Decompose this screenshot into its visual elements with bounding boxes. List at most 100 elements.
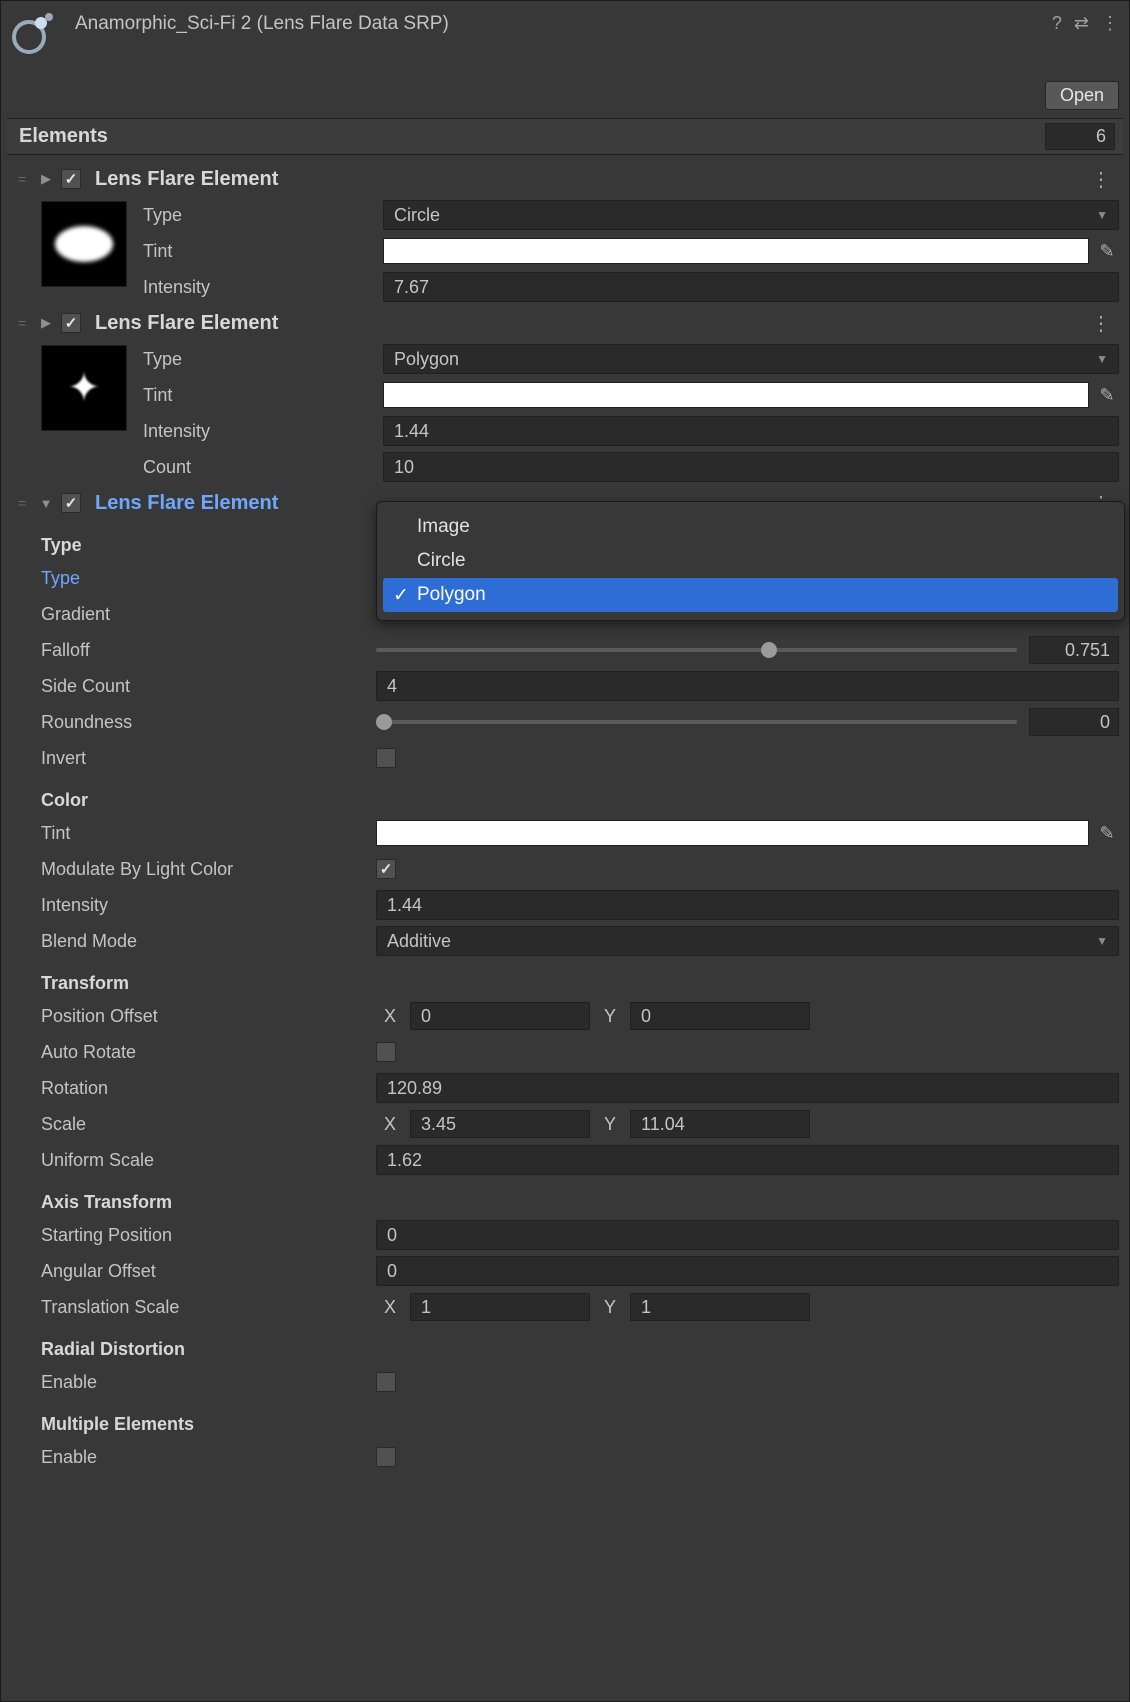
translation-y-field[interactable]: 1 [630, 1293, 810, 1321]
element-2-header: = ▶ Lens Flare Element ⋮ [11, 305, 1119, 341]
element-1-body: Type Circle▼ Tint ✎ Intensity 7.67 [11, 197, 1119, 305]
multiple-enable-label: Enable [41, 1447, 376, 1468]
tint-color-field[interactable] [383, 238, 1089, 264]
type-label-active: Type [41, 568, 376, 589]
eyedropper-icon[interactable]: ✎ [1095, 823, 1119, 844]
modulate-checkbox[interactable] [376, 859, 396, 879]
section-axis-transform: Axis Transform [41, 1178, 376, 1217]
roundness-label: Roundness [41, 712, 376, 733]
section-type: Type [41, 521, 376, 560]
tint-label: Tint [143, 385, 383, 406]
radial-enable-label: Enable [41, 1372, 376, 1393]
tint-color-field[interactable] [383, 382, 1089, 408]
translation-scale-label: Translation Scale [41, 1297, 376, 1318]
count-label: Count [143, 457, 383, 478]
menu-icon[interactable]: ⋮ [1101, 13, 1119, 34]
element-title: Lens Flare Element [87, 492, 278, 515]
type-dropdown[interactable]: Polygon▼ [383, 344, 1119, 374]
section-color: Color [41, 776, 376, 815]
blend-mode-dropdown[interactable]: Additive▼ [376, 926, 1119, 956]
angular-offset-label: Angular Offset [41, 1261, 376, 1282]
kebab-icon[interactable]: ⋮ [1083, 167, 1119, 192]
element-enabled-checkbox[interactable] [61, 169, 81, 189]
roundness-value[interactable]: 0 [1029, 708, 1119, 736]
drag-handle-icon[interactable]: = [11, 495, 31, 511]
inspector-panel: Anamorphic_Sci-Fi 2 (Lens Flare Data SRP… [0, 0, 1130, 1702]
section-transform: Transform [41, 959, 376, 998]
drag-handle-icon[interactable]: = [11, 315, 31, 331]
caret-down-icon: ▼ [1096, 208, 1108, 222]
y-label: Y [596, 1114, 624, 1135]
rotation-field[interactable]: 120.89 [376, 1073, 1119, 1103]
starting-position-label: Starting Position [41, 1225, 376, 1246]
translation-x-field[interactable]: 1 [410, 1293, 590, 1321]
intensity-field[interactable]: 1.44 [376, 890, 1119, 920]
open-button[interactable]: Open [1045, 81, 1119, 110]
elements-header: Elements 6 [7, 118, 1123, 155]
elements-title: Elements [19, 125, 1045, 148]
popup-option-circle[interactable]: Circle [383, 544, 1118, 578]
popup-option-image[interactable]: Image [383, 510, 1118, 544]
angular-offset-field[interactable]: 0 [376, 1256, 1119, 1286]
asset-title: Anamorphic_Sci-Fi 2 (Lens Flare Data SRP… [75, 11, 1052, 35]
intensity-label: Intensity [143, 421, 383, 442]
preset-icon[interactable]: ⇄ [1074, 13, 1089, 34]
radial-enable-checkbox[interactable] [376, 1372, 396, 1392]
x-label: X [376, 1006, 404, 1027]
popup-option-polygon[interactable]: Polygon [383, 578, 1118, 612]
intensity-label: Intensity [41, 895, 376, 916]
foldout-arrow-icon[interactable]: ▼ [37, 496, 55, 511]
x-label: X [376, 1297, 404, 1318]
y-label: Y [596, 1006, 624, 1027]
type-dropdown[interactable]: Circle▼ [383, 200, 1119, 230]
tint-label: Tint [41, 823, 376, 844]
asset-icon [11, 11, 55, 55]
type-popup: Image Circle Polygon [376, 501, 1125, 621]
element-enabled-checkbox[interactable] [61, 493, 81, 513]
element-enabled-checkbox[interactable] [61, 313, 81, 333]
eyedropper-icon[interactable]: ✎ [1095, 241, 1119, 262]
foldout-arrow-icon[interactable]: ▶ [37, 315, 55, 331]
roundness-slider[interactable]: 0 [376, 708, 1119, 736]
type-label: Type [143, 205, 383, 226]
multiple-enable-checkbox[interactable] [376, 1447, 396, 1467]
element-1-header: = ▶ Lens Flare Element ⋮ [11, 161, 1119, 197]
invert-checkbox[interactable] [376, 748, 396, 768]
foldout-arrow-icon[interactable]: ▶ [37, 171, 55, 187]
element-thumbnail[interactable] [41, 345, 127, 431]
tint-color-field[interactable] [376, 820, 1089, 846]
side-count-field[interactable]: 4 [376, 671, 1119, 701]
scale-label: Scale [41, 1114, 376, 1135]
auto-rotate-label: Auto Rotate [41, 1042, 376, 1063]
caret-down-icon: ▼ [1096, 352, 1108, 366]
scale-y-field[interactable]: 11.04 [630, 1110, 810, 1138]
kebab-icon[interactable]: ⋮ [1083, 311, 1119, 336]
falloff-slider[interactable]: 0.751 [376, 636, 1119, 664]
starting-position-field[interactable]: 0 [376, 1220, 1119, 1250]
count-field[interactable]: 10 [383, 452, 1119, 482]
drag-handle-icon[interactable]: = [11, 171, 31, 187]
blend-mode-label: Blend Mode [41, 931, 376, 952]
help-icon[interactable]: ? [1052, 13, 1062, 34]
position-offset-label: Position Offset [41, 1006, 376, 1027]
uniform-scale-label: Uniform Scale [41, 1150, 376, 1171]
elements-count[interactable]: 6 [1045, 123, 1115, 150]
scale-x-field[interactable]: 3.45 [410, 1110, 590, 1138]
falloff-value[interactable]: 0.751 [1029, 636, 1119, 664]
section-radial-distortion: Radial Distortion [41, 1325, 376, 1364]
falloff-label: Falloff [41, 640, 376, 661]
caret-down-icon: ▼ [1096, 934, 1108, 948]
position-y-field[interactable]: 0 [630, 1002, 810, 1030]
gradient-label: Gradient [41, 604, 376, 625]
tint-label: Tint [143, 241, 383, 262]
x-label: X [376, 1114, 404, 1135]
type-label: Type [143, 349, 383, 370]
auto-rotate-checkbox[interactable] [376, 1042, 396, 1062]
intensity-field[interactable]: 7.67 [383, 272, 1119, 302]
position-x-field[interactable]: 0 [410, 1002, 590, 1030]
eyedropper-icon[interactable]: ✎ [1095, 385, 1119, 406]
intensity-field[interactable]: 1.44 [383, 416, 1119, 446]
uniform-scale-field[interactable]: 1.62 [376, 1145, 1119, 1175]
section-multiple-elements: Multiple Elements [41, 1400, 376, 1439]
element-thumbnail[interactable] [41, 201, 127, 287]
